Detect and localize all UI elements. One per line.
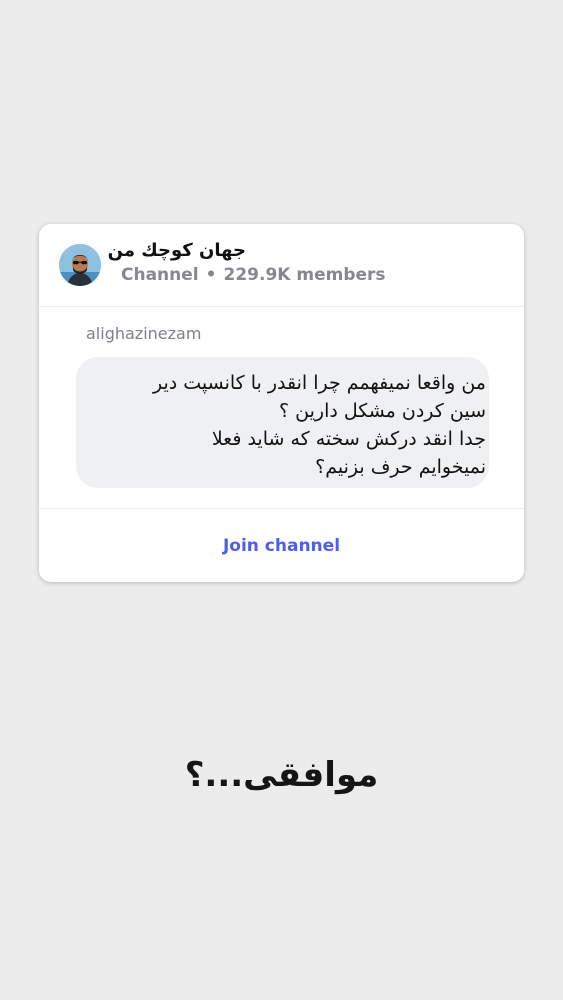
message-author: alighazinezam [86, 324, 202, 343]
message-line: سین کردن مشکل دارین ؟ [279, 400, 486, 422]
avatar-icon [59, 244, 101, 286]
channel-type: Channel [121, 265, 199, 285]
channel-meta: Channel • 229.9K members [121, 265, 386, 285]
join-channel-button[interactable]: Join channel [39, 509, 524, 582]
channel-avatar[interactable] [59, 244, 101, 286]
card-footer: Join channel [39, 508, 524, 582]
meta-separator: • [205, 265, 217, 285]
channel-name: جهان کوچك من [107, 240, 246, 261]
message-line: من واقعا نمیفهمم چرا انقدر با کانسپت دیر [152, 372, 486, 394]
member-count: 229.9K members [223, 265, 386, 285]
caption-text: موافقی...؟ [184, 755, 379, 795]
story-caption: موافقی...؟ [0, 755, 563, 795]
channel-preview-card: جهان کوچك من Channel • 229.9K members alig… [39, 224, 524, 582]
channel-header[interactable]: جهان کوچك من Channel • 229.9K members [39, 224, 524, 307]
message-text: من واقعا نمیفهمم چرا انقدر با کانسپت دیر… [106, 369, 486, 481]
message-line: جدا انقد درکش سخته که شاید فعلا [211, 428, 486, 450]
message-line: نمیخوایم حرف بزنیم؟ [315, 456, 486, 478]
